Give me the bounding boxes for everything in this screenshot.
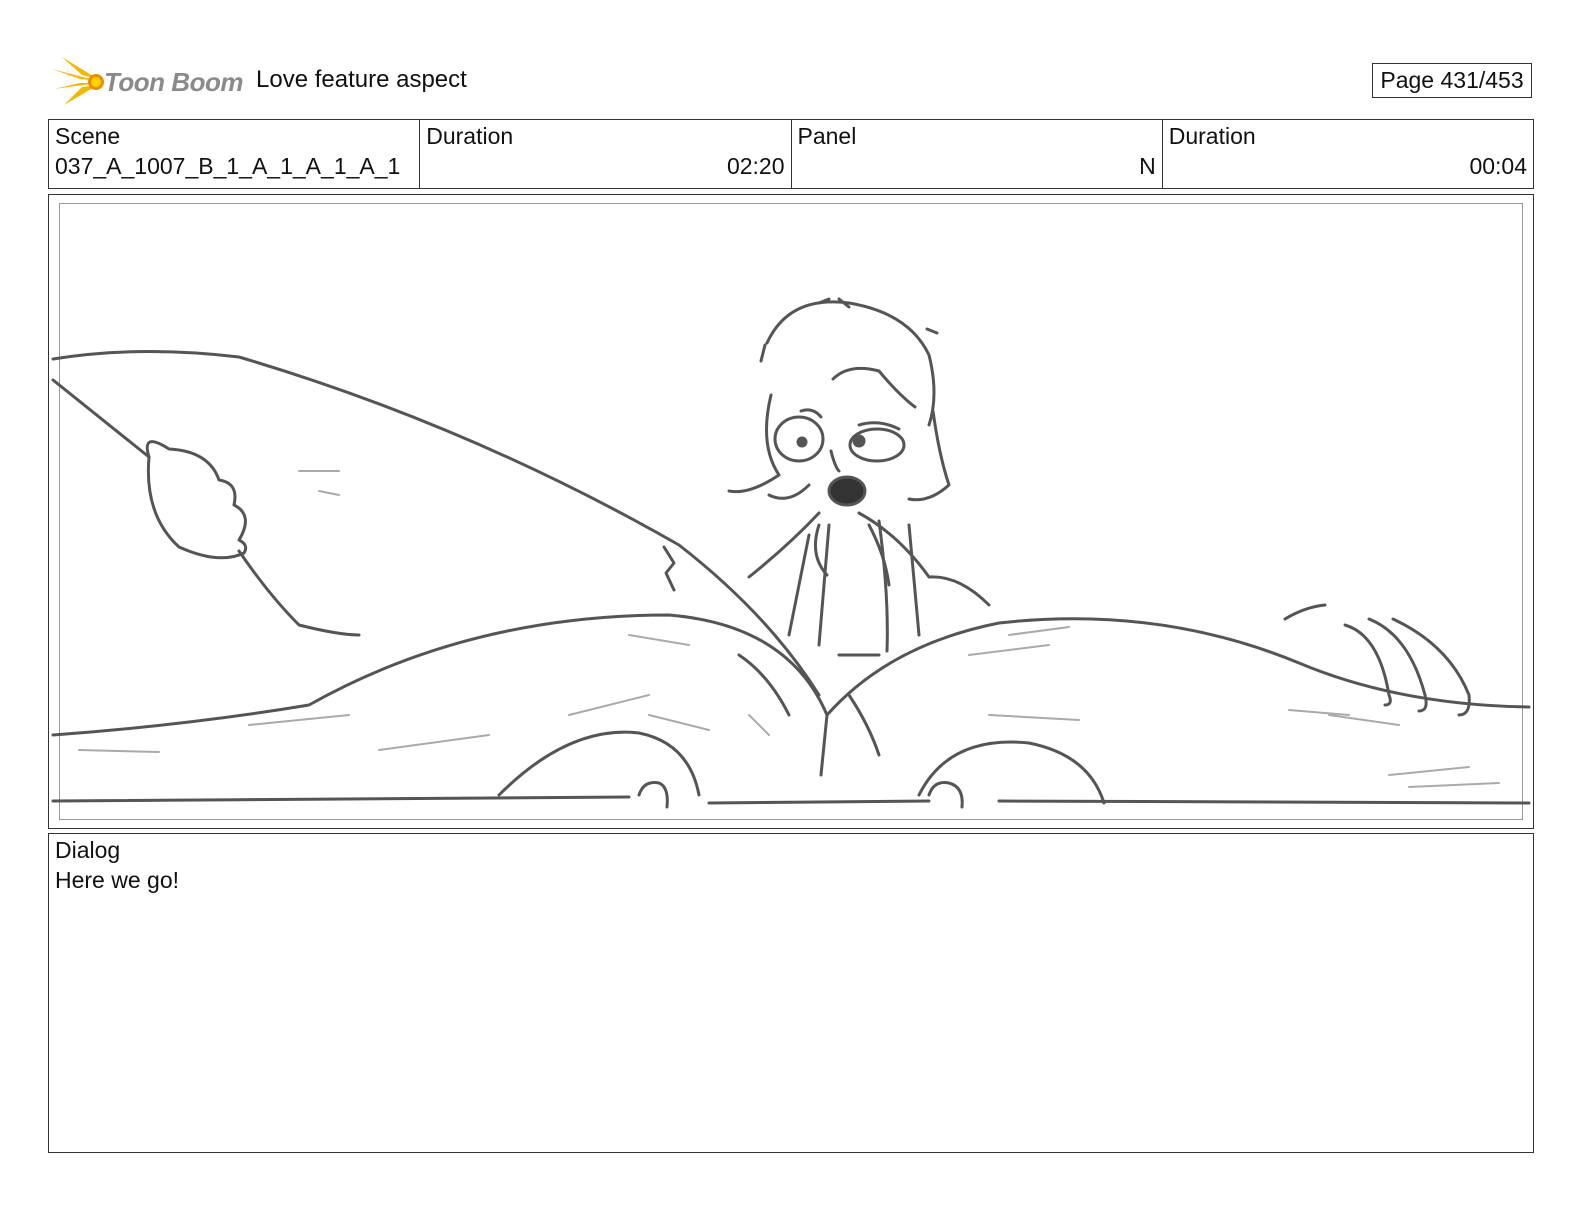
book-right-page <box>825 617 1531 717</box>
right-hand <box>1283 603 1327 621</box>
scene-cell: Scene 037_A_1007_B_1_A_1_A_1_A_1 <box>49 120 421 188</box>
toon-boom-logo: Toon Boom <box>52 55 243 107</box>
scene-duration-value: 02:20 <box>726 153 785 179</box>
turning-page <box>51 349 821 697</box>
scene-duration-cell: Duration 02:20 <box>420 120 792 188</box>
left-hand <box>145 440 248 560</box>
girl-head <box>765 300 936 427</box>
book-left-page <box>51 613 829 737</box>
panel-value: N <box>1139 153 1156 179</box>
panel-duration-label: Duration <box>1168 123 1256 149</box>
scene-value: 037_A_1007_B_1_A_1_A_1_A_1 <box>55 153 401 179</box>
logo-text: Toon Boom <box>104 67 243 97</box>
starburst-icon <box>52 57 104 105</box>
scene-duration-label: Duration <box>426 123 514 149</box>
sketch-drawing <box>51 297 1531 809</box>
scene-info-row: Scene 037_A_1007_B_1_A_1_A_1_A_1 Duratio… <box>48 119 1534 189</box>
dialog-text: Here we go! <box>55 867 180 893</box>
scene-label: Scene <box>55 123 121 149</box>
panel-cell: Panel N <box>792 120 1163 188</box>
girl-mouth <box>827 475 867 507</box>
panel-duration-cell: Duration 00:04 <box>1163 120 1533 188</box>
dialog-box: Dialog Here we go! <box>48 833 1534 1153</box>
panel-label: Panel <box>797 123 857 149</box>
dialog-label: Dialog <box>55 837 121 863</box>
page-number: Page 431/453 <box>1372 63 1532 98</box>
project-title: Love feature aspect <box>256 66 467 93</box>
panel-duration-value: 00:04 <box>1469 153 1527 179</box>
storyboard-panel <box>48 194 1534 829</box>
